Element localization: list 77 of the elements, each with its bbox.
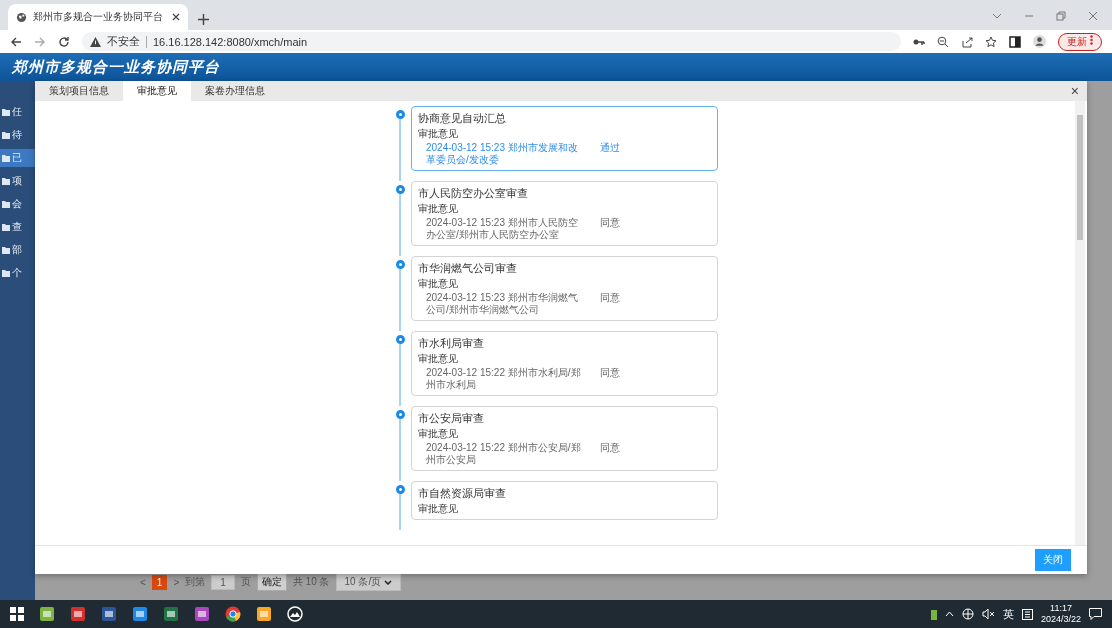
back-icon[interactable] (10, 35, 22, 48)
battery-icon[interactable] (930, 608, 937, 620)
approval-result: 同意 (600, 442, 620, 455)
approval-detail: 2024-03-12 15:22 郑州市公安局/郑州市公安局 (426, 442, 582, 466)
keyboard-icon[interactable] (1021, 608, 1033, 620)
sidebar-item[interactable]: 会 (0, 195, 35, 213)
card-title: 市水利局审查 (418, 336, 485, 350)
approval-card[interactable]: 市自然资源局审查 审批意见 (411, 481, 718, 520)
approval-card[interactable]: 协商意见自动汇总 审批意见 2024-03-12 15:23 郑州市发展和改革委员会/发改委 通过 (411, 106, 718, 171)
approval-card[interactable]: 市华润燃气公司审查 审批意见 2024-03-12 15:23 郑州市华润燃气公司/郑州市华润燃气公司 同意 (411, 256, 718, 321)
goto-label: 到第 (185, 575, 206, 589)
card-title: 市华润燃气公司审查 (418, 261, 518, 275)
sidebar-item[interactable]: 已 (0, 149, 35, 167)
browser-tab[interactable]: 郑州市多规合一业务协同平台 (8, 4, 188, 30)
sidebar-item[interactable]: 个 (0, 264, 35, 282)
approval-detail: 2024-03-12 15:22 郑州市水利局/郑州市水利局 (426, 367, 582, 391)
zoom-icon[interactable] (937, 35, 950, 48)
card-title: 协商意见自动汇总 (418, 111, 507, 125)
reload-icon[interactable] (58, 35, 70, 48)
page-label: 页 (240, 575, 251, 589)
card-title: 市人民防空办公室审查 (418, 186, 529, 200)
clock[interactable]: 11:17 2024/3/22 (1040, 603, 1081, 625)
warning-icon (90, 36, 101, 47)
chrome-icon[interactable] (225, 606, 241, 622)
dialog-tab[interactable]: 审批意见 (123, 81, 191, 101)
approval-detail: 2024-03-12 15:23 郑州市人民防空办公室/郑州市人民防空办公室 (426, 217, 579, 241)
chevron-icon[interactable] (992, 11, 1002, 21)
approval-result: 同意 (600, 292, 620, 305)
card-title: 市公安局审查 (418, 411, 485, 425)
card-title: 市自然资源局审查 (418, 486, 507, 500)
sidebar-item[interactable]: 项 (0, 172, 35, 190)
approval-card[interactable]: 市公安局审查 审批意见 2024-03-12 15:22 郑州市公安局/郑州市公安局 同意 (411, 406, 718, 471)
ime-indicator[interactable]: 英 (1002, 606, 1014, 622)
chevron-up-icon[interactable] (944, 611, 954, 617)
sidebar-item[interactable]: 任 (0, 103, 35, 121)
star-icon[interactable] (985, 35, 998, 48)
card-label: 审批意见 (418, 277, 459, 290)
security-label: 不安全 (107, 34, 140, 49)
url-text: 16.16.128.142:8080/xmch/main (153, 35, 308, 48)
approval-card[interactable]: 市人民防空办公室审查 审批意见 2024-03-12 15:23 郑州市人民防空办公室/郑州市人民防空办公室 同意 (411, 181, 718, 246)
mountain-icon[interactable] (287, 606, 303, 622)
card-label: 审批意见 (418, 502, 459, 515)
card-label: 审批意见 (418, 427, 459, 440)
card-label: 审批意见 (418, 352, 459, 365)
card-label: 审批意见 (418, 127, 459, 140)
windows-icon[interactable] (10, 607, 24, 621)
dropdown-caret-icon (383, 580, 392, 585)
more-icon[interactable] (1090, 34, 1093, 45)
total-count: 共 10 条 (292, 575, 330, 589)
close-icon[interactable] (172, 13, 180, 21)
page-input[interactable]: 1 (211, 574, 235, 590)
new-tab-icon[interactable] (198, 14, 209, 25)
approval-result: 同意 (600, 367, 620, 380)
close-button[interactable]: × (1062, 81, 1087, 101)
scrollbar[interactable] (1075, 101, 1085, 545)
share-icon[interactable] (961, 35, 974, 48)
side-panel-icon[interactable] (1009, 35, 1022, 48)
network-icon[interactable] (961, 608, 974, 620)
page-number[interactable]: 1 (151, 574, 168, 590)
approval-card[interactable]: 市水利局审查 审批意见 2024-03-12 15:22 郑州市水利局/郑州市水利局 同意 (411, 331, 718, 396)
sidebar-item[interactable]: 待 (0, 126, 35, 144)
update-button[interactable]: 更新 (1058, 32, 1102, 51)
card-label: 审批意见 (418, 202, 459, 215)
profile-icon[interactable] (1033, 35, 1047, 48)
sidebar-item[interactable]: 部 (0, 241, 35, 259)
muted-speaker-icon[interactable] (981, 609, 995, 619)
dialog-tab[interactable]: 策划项目信息 (35, 81, 123, 101)
approval-result: 同意 (600, 217, 620, 230)
app-logo: 郑州市多规合一业务协同平台 (12, 57, 220, 77)
approval-detail: 2024-03-12 15:23 郑州市华润燃气公司/郑州市华润燃气公司 (426, 292, 579, 316)
address-field[interactable]: 不安全 16.16.128.142:8080/xmch/main (82, 32, 902, 51)
approval-result: 通过 (600, 142, 620, 155)
key-icon[interactable] (913, 37, 926, 46)
dialog-tab[interactable]: 案卷办理信息 (191, 81, 279, 101)
notification-icon[interactable] (1089, 608, 1102, 620)
approval-detail: 2024-03-12 15:23 郑州市发展和改革委员会/发改委 (426, 142, 579, 166)
sidebar-item[interactable]: 查 (0, 218, 35, 236)
